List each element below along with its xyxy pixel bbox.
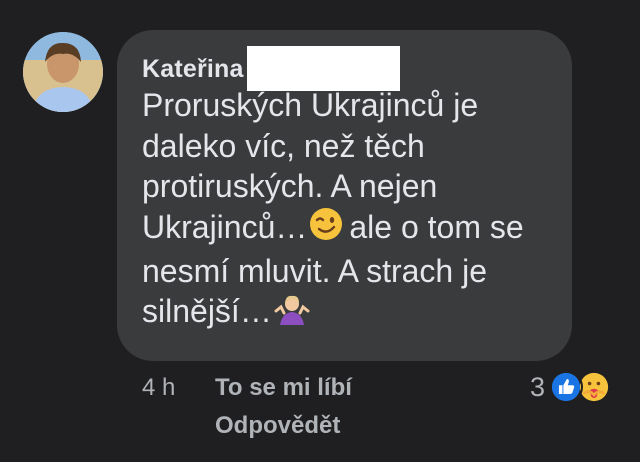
comment-line-part: ale o tom se [349,208,524,245]
reply-button[interactable]: Odpovědět [215,412,340,440]
winking-face-icon [309,207,343,251]
comment-line: Proruských Ukrajinců je [142,87,479,123]
like-reaction-icon [549,370,584,404]
comment-line: silnější… [142,291,562,337]
comment-line-part: silnější… [142,293,272,330]
comment-bubble: Kateřina Proruských Ukrajinců je daleko … [117,30,572,361]
person-shrugging-icon [274,291,310,337]
timestamp[interactable]: 4 h [142,374,175,402]
comment-text: Proruských Ukrajinců je daleko víc, než … [142,85,562,337]
comment-line: Ukrajinců… ale o tom se [142,207,562,251]
author-row: Kateřina [142,45,400,91]
reaction-count: 3 [530,371,546,402]
comment-line: daleko víc, než těch [142,127,425,164]
author-name[interactable]: Kateřina [142,55,244,84]
redaction-box [246,45,400,91]
comment-line-part: Ukrajinců… [142,208,308,245]
comment-line: protiruských. A nejen [142,168,438,204]
avatar[interactable] [23,32,103,112]
like-button[interactable]: To se mi líbí [215,374,352,402]
reactions-summary[interactable]: 3 [530,369,612,405]
comment-line: nesmí mluvit. A strach je [142,252,488,289]
